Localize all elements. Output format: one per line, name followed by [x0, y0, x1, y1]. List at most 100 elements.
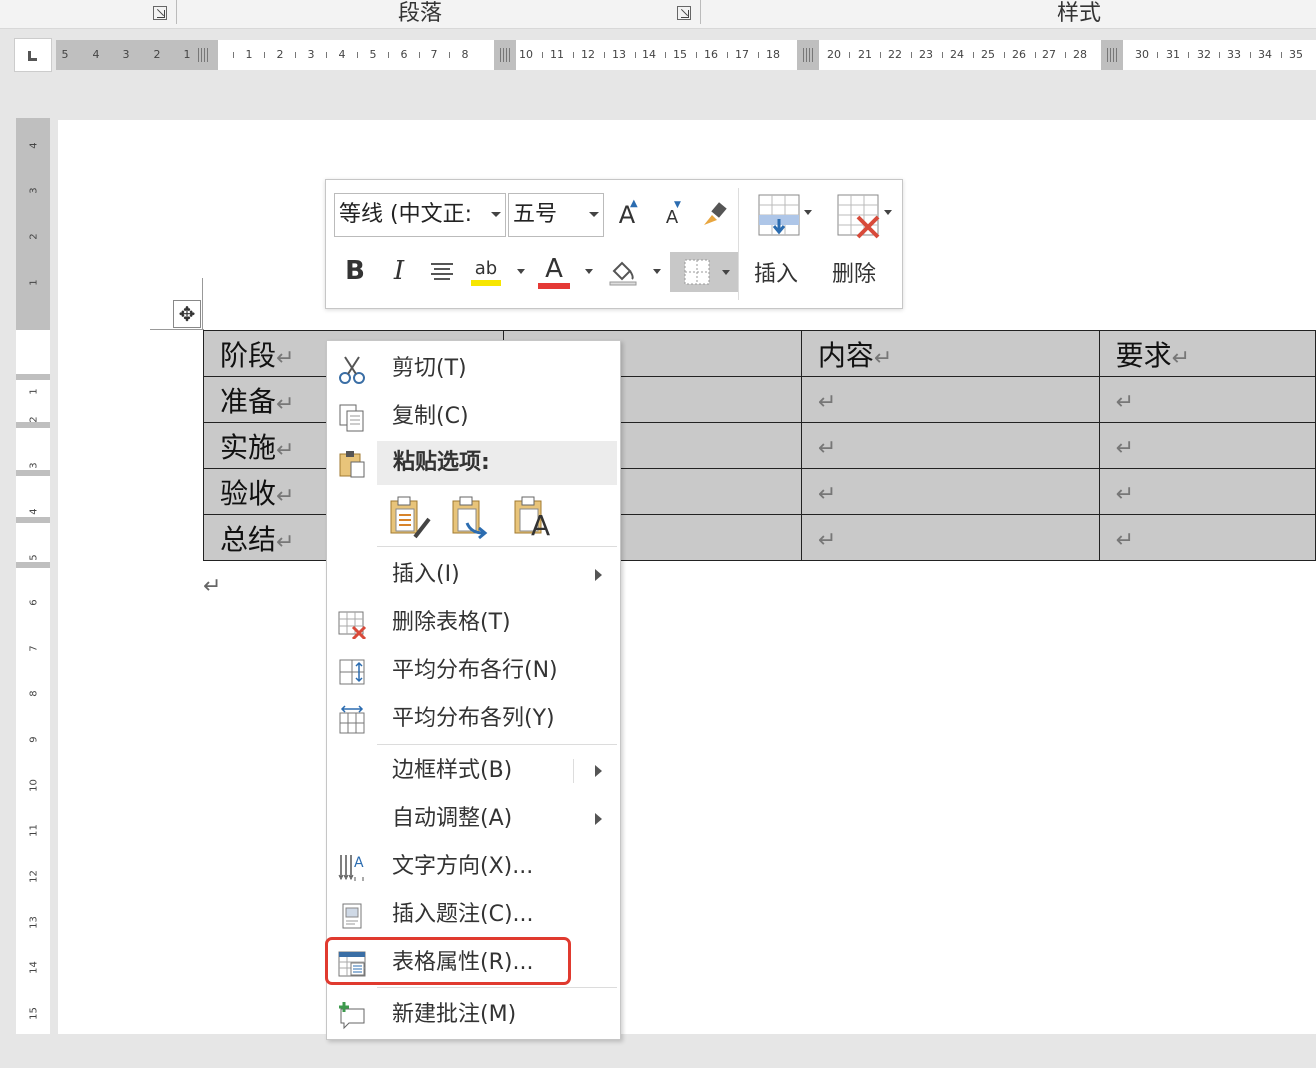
- font-color-bar: [538, 283, 570, 289]
- ribbon-group-strip: 段落 样式: [0, 0, 1316, 29]
- left-indent-marker[interactable]: [192, 40, 214, 70]
- highlight-button[interactable]: ab: [468, 252, 504, 292]
- insert-rows-icon: [758, 194, 800, 236]
- ruler-text-area: 1 2 3 4 5 6 7 8 10 11 12 13 14 15 16 17 …: [218, 40, 1316, 70]
- workspace-background: [0, 1034, 1316, 1068]
- borders-button[interactable]: [670, 252, 738, 292]
- paragraph-mark: ↵: [203, 574, 222, 599]
- menu-item-delete-table[interactable]: 删除表格(T): [327, 601, 620, 645]
- italic-icon: I: [393, 256, 405, 286]
- insert-label[interactable]: 插入: [754, 256, 798, 288]
- mini-toolbar: 等线 (中文正: 五号 A ▲ A ▼ B I ab A 插入 删除: [325, 179, 903, 309]
- font-dialog-launcher-icon[interactable]: [153, 6, 167, 20]
- delete-label[interactable]: 删除: [832, 256, 876, 288]
- font-name-dropdown[interactable]: 等线 (中文正:: [334, 193, 506, 237]
- column-marker[interactable]: [1101, 40, 1123, 70]
- menu-item-insert-caption[interactable]: 插入题注(C)...: [327, 893, 620, 937]
- tab-selector-button[interactable]: [14, 38, 52, 72]
- chevron-down-icon: [804, 210, 812, 215]
- paste-icon: [339, 451, 365, 478]
- menu-item-border-styles[interactable]: 边框样式(B): [327, 749, 620, 793]
- table-cell[interactable]: ↵: [1098, 514, 1316, 561]
- table-cell[interactable]: ↵: [800, 422, 1100, 469]
- insert-caption-icon: [342, 903, 362, 929]
- paste-keep-formatting-icon: [390, 496, 431, 539]
- new-comment-icon: [339, 1002, 365, 1030]
- paste-merge-formatting-icon: [452, 496, 488, 540]
- font-color-icon: A: [545, 254, 563, 284]
- paragraph-dialog-launcher-icon[interactable]: [677, 6, 691, 20]
- distribute-rows-icon: [339, 659, 365, 685]
- copy-icon: [339, 404, 364, 432]
- table-cell[interactable]: ↵: [800, 468, 1100, 515]
- format-painter-icon: [704, 202, 727, 225]
- column-marker[interactable]: [797, 40, 819, 70]
- shrink-font-button[interactable]: A ▼: [658, 200, 686, 234]
- svg-text:A: A: [354, 855, 364, 871]
- insert-table-rows-button[interactable]: [752, 192, 812, 240]
- chevron-down-icon[interactable]: [517, 269, 525, 274]
- menu-separator: [377, 744, 617, 745]
- delete-table-button[interactable]: [830, 192, 892, 240]
- table-cell[interactable]: 要求↵: [1098, 330, 1316, 377]
- borders-icon: [684, 259, 710, 285]
- chevron-right-icon: [595, 765, 602, 777]
- center-align-button[interactable]: [426, 256, 458, 288]
- chevron-down-icon: [884, 210, 892, 215]
- group-label-paragraph: 段落: [398, 1, 443, 26]
- highlighter-icon: ab: [474, 258, 498, 279]
- bold-button[interactable]: B: [340, 252, 370, 290]
- table-cell[interactable]: ↵: [1098, 422, 1316, 469]
- group-label-styles: 样式: [1057, 1, 1102, 26]
- bold-icon: B: [345, 256, 365, 286]
- vertical-ruler[interactable]: 4 3 2 1 1 2 3 4 5 6 7 8 9 10 11 12 13 14…: [16, 118, 50, 1034]
- menu-item-autofit[interactable]: 自动调整(A): [327, 797, 620, 841]
- delete-table-icon: [338, 611, 367, 639]
- italic-button[interactable]: I: [384, 252, 414, 290]
- format-painter-button[interactable]: [698, 198, 730, 232]
- menu-item-new-comment[interactable]: 新建批注(M): [327, 993, 620, 1037]
- text-direction-icon: A: [338, 855, 364, 881]
- paint-bucket-icon: [609, 261, 637, 286]
- highlight-annotation: [325, 937, 571, 985]
- center-align-icon: [431, 263, 453, 280]
- table-cell[interactable]: ↵: [800, 376, 1100, 423]
- menu-separator: [377, 546, 617, 547]
- menu-item-distribute-columns[interactable]: 平均分布各列(Y): [327, 697, 620, 741]
- chevron-down-icon: [722, 270, 730, 275]
- menu-item-copy[interactable]: 复制(C): [327, 395, 620, 439]
- toolbar-separator: [738, 188, 739, 300]
- menu-item-text-direction[interactable]: A 文字方向(X)...: [327, 845, 620, 889]
- row-marker[interactable]: [16, 374, 50, 380]
- chevron-down-icon[interactable]: [653, 269, 661, 274]
- table-cell[interactable]: 内容↵: [800, 330, 1100, 377]
- menu-item-distribute-rows[interactable]: 平均分布各行(N): [327, 649, 620, 693]
- column-marker[interactable]: [494, 40, 516, 70]
- menu-item-insert[interactable]: 插入(I): [327, 553, 620, 597]
- text-boundary-mark: [150, 329, 204, 330]
- table-cell[interactable]: ↵: [1098, 376, 1316, 423]
- shading-button[interactable]: [606, 254, 640, 290]
- horizontal-ruler[interactable]: 5 4 3 2 1 1 2 3 4 5 6 7 8 10 11 12 13 14…: [0, 36, 1316, 76]
- highlight-color-bar: [471, 280, 501, 286]
- paste-merge-formatting-button[interactable]: [449, 493, 493, 541]
- chevron-down-icon[interactable]: [585, 269, 593, 274]
- ruler-margin-left: 5 4 3 2 1: [56, 40, 218, 70]
- text-boundary-mark: [202, 278, 203, 330]
- table-move-handle-icon[interactable]: ✥: [173, 300, 201, 328]
- chevron-right-icon: [595, 569, 602, 581]
- left-tab-icon: [28, 51, 37, 61]
- table-cell[interactable]: ↵: [1098, 468, 1316, 515]
- grow-font-button[interactable]: A ▲: [612, 196, 642, 234]
- menu-item-cut[interactable]: 剪切(T): [327, 347, 620, 391]
- font-size-dropdown[interactable]: 五号: [508, 193, 604, 237]
- paste-keep-text-only-button[interactable]: A: [511, 493, 555, 542]
- table-cell[interactable]: ↵: [800, 514, 1100, 561]
- chevron-right-icon: [595, 813, 602, 825]
- group-separator: [700, 0, 701, 24]
- delete-table-icon: [837, 194, 880, 239]
- paste-options-header: 粘贴选项:: [377, 441, 617, 485]
- font-color-button[interactable]: A: [536, 252, 572, 292]
- paste-keep-formatting-button[interactable]: [387, 493, 431, 541]
- group-separator: [176, 0, 177, 24]
